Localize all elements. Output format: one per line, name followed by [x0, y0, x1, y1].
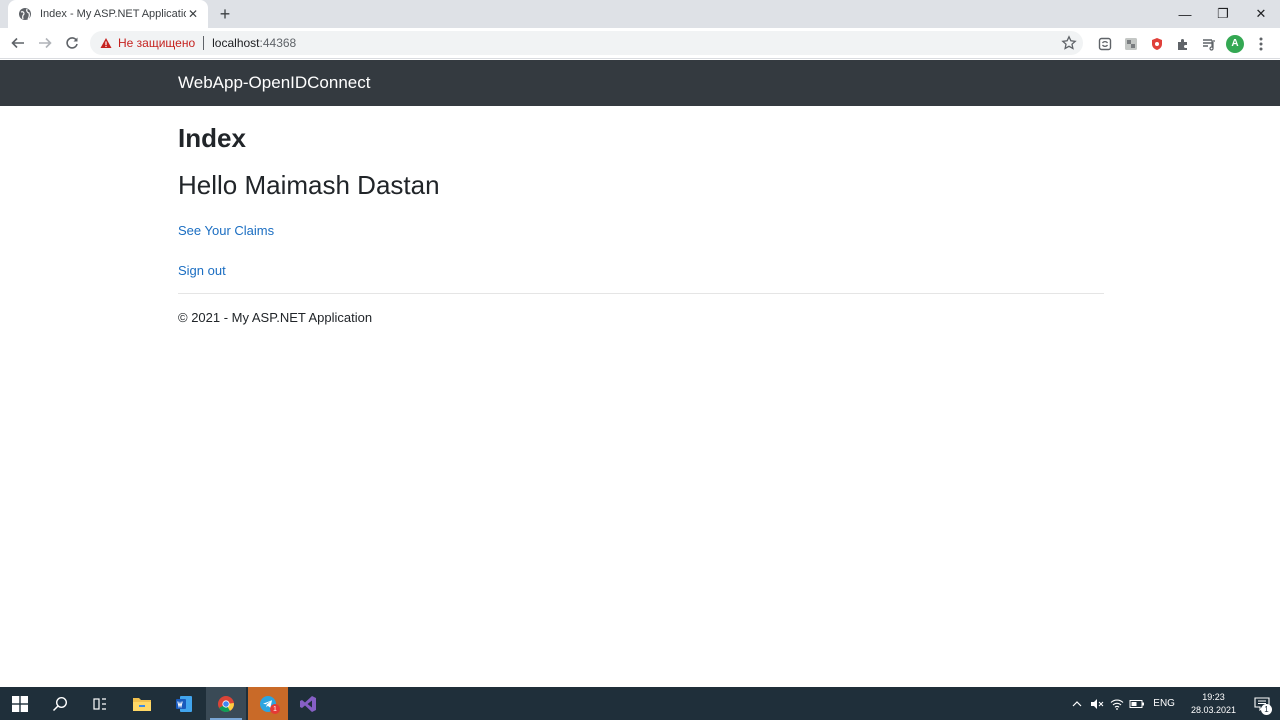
chrome-button[interactable]: [206, 687, 246, 720]
sign-out-link[interactable]: Sign out: [178, 263, 226, 278]
forward-button[interactable]: [32, 30, 58, 56]
chrome-icon: [218, 695, 234, 712]
visual-studio-icon: [300, 695, 316, 712]
task-view-icon: [93, 697, 106, 710]
omnibox-divider: [203, 36, 205, 50]
arrow-right-icon: [39, 37, 52, 49]
bookmark-star-icon[interactable]: [1061, 35, 1077, 51]
brand-link[interactable]: WebApp-OpenIDConnect: [178, 73, 370, 93]
security-status[interactable]: Не защищено: [118, 36, 195, 50]
browser-toolbar: Не защищено localhost:44368: [0, 28, 1280, 59]
window-controls: — ❐ ✕: [1166, 0, 1280, 28]
see-claims-link[interactable]: See Your Claims: [178, 223, 274, 238]
minimize-button[interactable]: —: [1166, 0, 1204, 28]
site-navbar: WebApp-OpenIDConnect: [0, 60, 1280, 106]
telegram-badge: 1: [270, 704, 280, 714]
chevron-up-icon[interactable]: [1067, 687, 1087, 720]
search-icon: [52, 696, 68, 711]
arrow-left-icon: [11, 37, 24, 49]
extension-sync-icon[interactable]: [1092, 31, 1118, 57]
windows-logo-icon: [12, 695, 28, 712]
new-tab-button[interactable]: +: [216, 5, 234, 23]
puzzle-icon[interactable]: [1170, 31, 1196, 57]
search-button[interactable]: [40, 687, 80, 720]
media-queue-icon[interactable]: [1196, 31, 1222, 57]
avatar: A: [1226, 34, 1244, 53]
shield-icon[interactable]: [1144, 31, 1170, 57]
task-view-button[interactable]: [80, 687, 120, 720]
browser-tab[interactable]: Index - My ASP.NET Application ✕: [8, 0, 208, 28]
clock-time: 19:23: [1202, 691, 1225, 702]
telegram-button[interactable]: 1: [248, 687, 288, 720]
folder-icon: [133, 697, 151, 711]
clock[interactable]: 19:23 28.03.2021: [1191, 691, 1236, 717]
reload-button[interactable]: [59, 30, 85, 56]
start-button[interactable]: [0, 687, 40, 720]
clock-date: 28.03.2021: [1190, 704, 1236, 715]
back-button[interactable]: [5, 30, 31, 56]
wifi-icon[interactable]: [1107, 687, 1127, 720]
url-port: :44368: [259, 36, 297, 50]
globe-icon: [18, 7, 32, 21]
windows-taskbar: 1 ENG 19:23 28.03.2021 1: [0, 687, 1280, 720]
tab-strip: Index - My ASP.NET Application ✕ + — ❐ ✕: [0, 0, 1280, 28]
reload-icon: [66, 37, 78, 49]
notification-badge: 1: [1261, 704, 1272, 715]
battery-icon[interactable]: [1127, 687, 1147, 720]
extensions-area: A: [1092, 28, 1274, 59]
profile-avatar[interactable]: A: [1222, 31, 1248, 57]
word-button[interactable]: [164, 687, 204, 720]
page-title: Index: [178, 123, 246, 153]
visual-studio-button[interactable]: [288, 687, 328, 720]
action-center-button[interactable]: 1: [1244, 687, 1280, 720]
file-explorer-button[interactable]: [122, 687, 162, 720]
close-window-button[interactable]: ✕: [1242, 0, 1280, 28]
greeting-heading: Hello Maimash Dastan: [178, 170, 440, 200]
extension-image-icon[interactable]: [1118, 31, 1144, 57]
menu-kebab-icon[interactable]: [1248, 31, 1274, 57]
warning-icon: [100, 37, 112, 49]
url-host: localhost: [212, 36, 260, 50]
system-tray: ENG 19:23 28.03.2021 1: [1067, 687, 1280, 720]
footer-copyright: © 2021 - My ASP.NET Application: [178, 310, 373, 325]
input-language[interactable]: ENG: [1153, 698, 1175, 709]
speaker-muted-icon[interactable]: [1087, 687, 1107, 720]
footer-divider: [178, 293, 1104, 294]
tab-close-icon[interactable]: ✕: [186, 7, 200, 21]
word-icon: [176, 695, 192, 712]
tab-title: Index - My ASP.NET Application: [40, 8, 186, 20]
restore-button[interactable]: ❐: [1204, 0, 1242, 28]
address-bar[interactable]: Не защищено localhost:44368: [90, 31, 1083, 55]
